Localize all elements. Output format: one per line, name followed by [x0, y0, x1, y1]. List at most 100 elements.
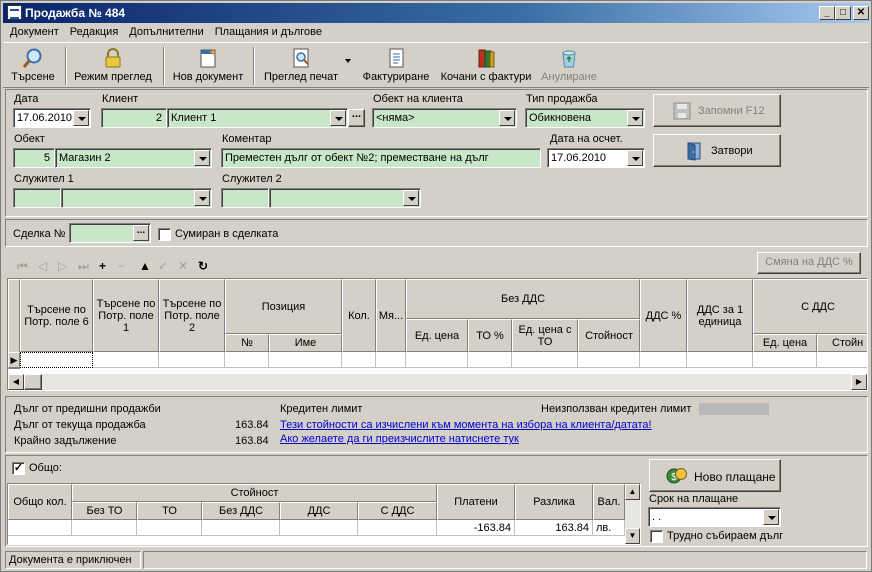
header-vat-per-unit[interactable]: ДДС за 1 единица	[687, 279, 753, 352]
maximize-button[interactable]: □	[835, 6, 851, 20]
print-preview-button[interactable]: Преглед печат	[259, 45, 343, 87]
table-row-cell[interactable]	[269, 352, 342, 368]
table-row-cell[interactable]	[817, 352, 867, 368]
comment-field[interactable]: Преместен дълг от обект №2; преместване …	[221, 148, 541, 168]
employee2-id-field[interactable]	[221, 188, 269, 208]
table-row-cell[interactable]	[225, 352, 269, 368]
header-position-name[interactable]: Име	[269, 334, 342, 352]
scroll-up-icon[interactable]: ▲	[625, 484, 640, 500]
header-unit[interactable]: Мя...	[376, 279, 406, 352]
table-row-cell[interactable]	[342, 352, 376, 368]
next-record-icon[interactable]: ▷	[58, 259, 67, 273]
new-document-button[interactable]: Нов документ	[169, 45, 247, 87]
save-button[interactable]: Запомни F12	[653, 94, 781, 127]
scroll-left-icon[interactable]: ◀	[8, 374, 24, 390]
totals-header-currency[interactable]: Вал.	[593, 484, 625, 520]
date-dropdown-icon[interactable]	[73, 110, 89, 126]
new-payment-button[interactable]: $ Ново плащане	[649, 459, 781, 492]
totals-header-without-to[interactable]: Без ТО	[72, 502, 137, 520]
items-horizontal-scrollbar[interactable]: ◀ ▶	[8, 374, 867, 390]
header-value[interactable]: Стойност	[578, 319, 640, 352]
totals-grid[interactable]: Общо кол. Стойност Без ТО ТО Без ДДС ДДС…	[7, 483, 641, 545]
totals-header-vat[interactable]: ДДС	[280, 502, 358, 520]
delete-record-icon[interactable]: −	[118, 259, 125, 273]
header-value2[interactable]: Стойн	[817, 334, 867, 352]
deal-number-field[interactable]: ...	[69, 223, 151, 243]
totals-header-with-vat[interactable]: С ДДС	[358, 502, 437, 520]
refresh-icon[interactable]: ↻	[198, 259, 208, 273]
header-position-no[interactable]: №	[225, 334, 269, 352]
object-dropdown-icon[interactable]	[194, 150, 210, 166]
header-vat-pct[interactable]: ДДС %	[640, 279, 687, 352]
menu-payments-debts[interactable]: Плащания и дългове	[208, 23, 326, 38]
menu-document[interactable]: Документ	[3, 23, 63, 38]
first-record-icon[interactable]: ⏮	[17, 259, 28, 274]
search-button[interactable]: Търсене	[5, 45, 61, 87]
menu-additional[interactable]: Допълнителни	[122, 23, 207, 38]
header-search6[interactable]: Търсене по Потр. поле 6	[20, 279, 93, 352]
table-row-cell[interactable]	[159, 352, 225, 368]
totals-vertical-scrollbar[interactable]: ▲ ▼	[625, 484, 640, 544]
table-row-cell[interactable]	[93, 352, 159, 368]
object-id-field[interactable]: 5	[13, 148, 55, 168]
table-row-cell[interactable]	[687, 352, 753, 368]
minimize-button[interactable]: _	[819, 6, 835, 20]
invoicing-button[interactable]: Фактуриране	[359, 45, 433, 87]
last-record-icon[interactable]: ⏭	[78, 259, 89, 274]
hard-debt-checkbox[interactable]	[650, 530, 663, 543]
table-row-cell[interactable]	[376, 352, 406, 368]
header-search2[interactable]: Търсене по Потр. поле 2	[159, 279, 225, 352]
table-row-cell[interactable]	[512, 352, 578, 368]
payment-term-field[interactable]: . .	[648, 507, 781, 527]
object-name-field[interactable]: Магазин 2	[55, 148, 212, 168]
insert-record-icon[interactable]: +	[99, 259, 106, 273]
client-name-field[interactable]: Клиент 1	[167, 108, 348, 128]
view-mode-button[interactable]: Режим преглед	[71, 45, 155, 87]
sale-type-dropdown-icon[interactable]	[627, 110, 643, 126]
totals-header-difference[interactable]: Разлика	[515, 484, 593, 520]
table-row-cell[interactable]	[20, 352, 93, 368]
values-computed-link[interactable]: Тези стойности са изчислени към момента …	[280, 419, 652, 431]
header-search1[interactable]: Търсене по Потр. поле 1	[93, 279, 159, 352]
table-row-cell[interactable]	[640, 352, 687, 368]
invoice-bags-button[interactable]: Кочани с фактури	[437, 45, 535, 87]
accounting-date-dropdown-icon[interactable]	[627, 150, 643, 166]
deal-browse-icon[interactable]: ...	[133, 225, 149, 241]
edit-record-icon[interactable]: ▲	[139, 259, 151, 273]
sale-type-field[interactable]: Обикновена	[525, 108, 645, 128]
payment-term-dropdown-icon[interactable]	[763, 509, 779, 525]
close-window-button[interactable]: ✕	[853, 6, 869, 20]
client-id-field[interactable]: 2	[101, 108, 167, 128]
summed-in-deal-checkbox[interactable]	[158, 228, 171, 241]
employee1-dropdown-icon[interactable]	[194, 190, 210, 206]
accounting-date-field[interactable]: 17.06.2010	[547, 148, 645, 168]
menu-edit[interactable]: Редакция	[63, 23, 122, 38]
table-row-cell[interactable]	[406, 352, 468, 368]
prior-record-icon[interactable]: ◁	[38, 259, 47, 273]
employee1-id-field[interactable]	[13, 188, 61, 208]
cancel-document-button[interactable]: Анулиране	[537, 45, 601, 87]
header-to-pct[interactable]: ТО %	[468, 319, 512, 352]
table-row-cell[interactable]	[578, 352, 640, 368]
employee2-dropdown-icon[interactable]	[403, 190, 419, 206]
recalculate-link[interactable]: Ако желаете да ги преизчислите натиснете…	[280, 433, 519, 445]
header-unit-price-to[interactable]: Ед. цена с ТО	[512, 319, 578, 352]
employee2-name-field[interactable]	[269, 188, 421, 208]
client-object-dropdown-icon[interactable]	[499, 110, 515, 126]
date-field[interactable]: 17.06.2010	[13, 108, 91, 128]
client-object-field[interactable]: <няма>	[372, 108, 517, 128]
cancel-edit-icon[interactable]: ✕	[178, 259, 188, 273]
client-dropdown-icon[interactable]	[330, 110, 346, 126]
scroll-right-icon[interactable]: ▶	[851, 374, 867, 390]
totals-header-paid[interactable]: Платени	[437, 484, 515, 520]
totals-header-qty[interactable]: Общо кол.	[8, 484, 72, 520]
close-button[interactable]: Затвори	[653, 134, 781, 167]
vat-change-button[interactable]: Смяна на ДДС %	[757, 252, 861, 274]
items-grid[interactable]: Търсене по Потр. поле 6 Търсене по Потр.…	[7, 278, 868, 391]
header-qty[interactable]: Кол.	[342, 279, 376, 352]
client-browse-button[interactable]: ...	[348, 109, 365, 127]
table-row-cell[interactable]	[468, 352, 512, 368]
scroll-thumb[interactable]	[24, 374, 42, 390]
total-checkbox[interactable]: ✓	[12, 462, 25, 475]
post-edit-icon[interactable]: ✓	[158, 259, 168, 273]
